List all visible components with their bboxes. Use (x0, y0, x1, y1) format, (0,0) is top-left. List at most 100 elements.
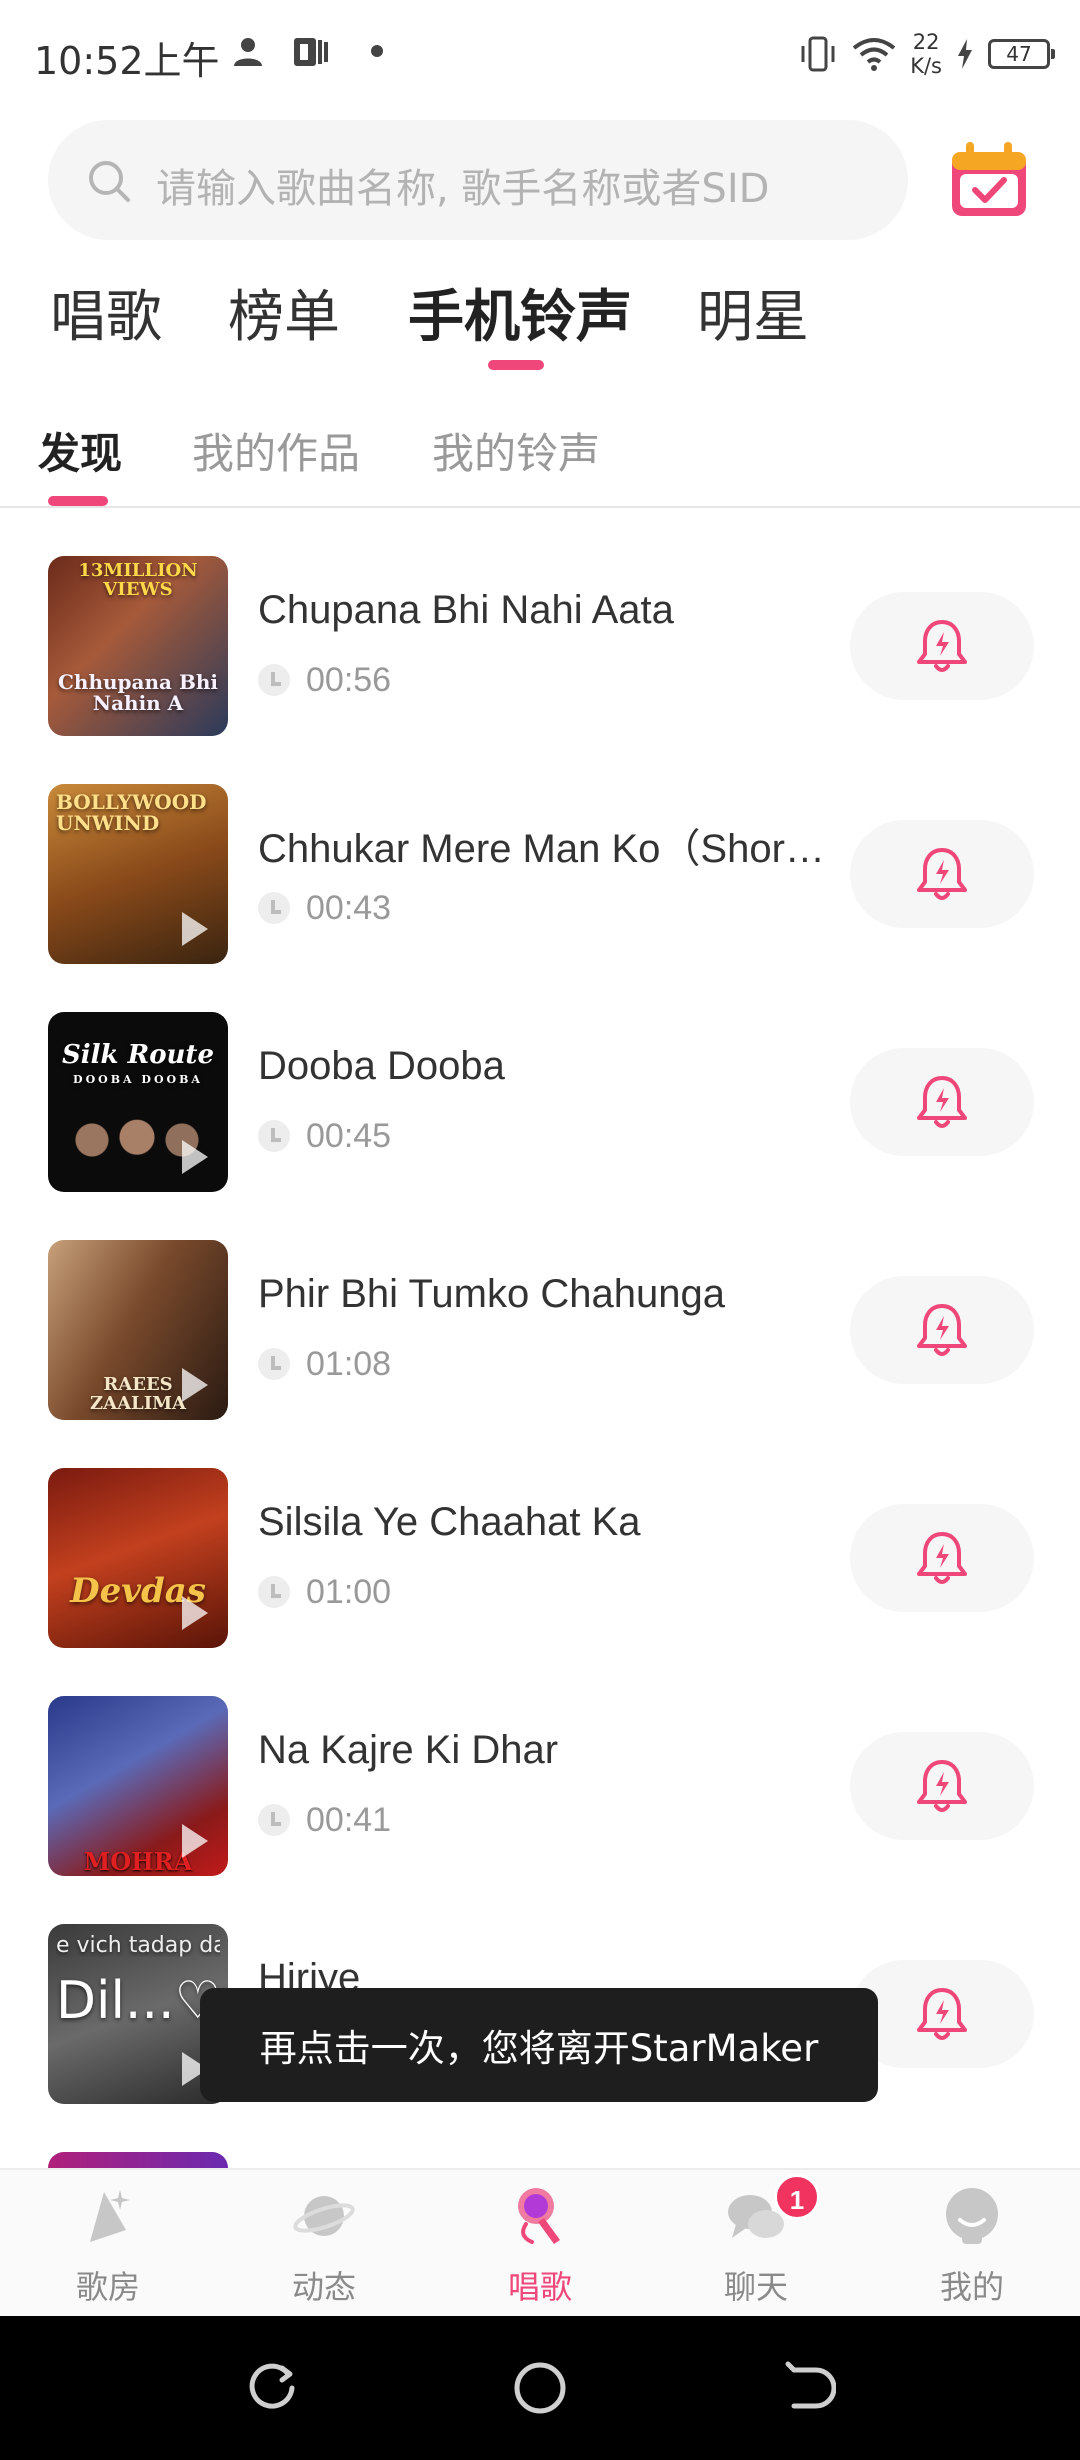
list-item[interactable]: Silk Route DOOBA DOOBA Dooba Dooba 00:45 (0, 964, 1080, 1192)
song-duration: 00:56 (306, 660, 392, 699)
search-input[interactable]: 请输入歌曲名称, 歌手名称或者SID (48, 120, 908, 240)
cover-caption-top: 13MILLION VIEWS (78, 560, 198, 600)
cover-caption-bottom: DOOBA DOOBA (73, 1073, 203, 1086)
bottom-nav: 歌房 动态 唱歌 1 聊天 我的 (0, 2168, 1080, 2316)
song-cover: BOLLYWOOD UNWIND (48, 784, 228, 964)
sub-tab-indicator (48, 496, 108, 506)
song-title: Phir Bhi Tumko Chahunga (258, 1272, 725, 1316)
list-item[interactable] (0, 2104, 1080, 2168)
song-duration: 00:45 (306, 1116, 392, 1155)
play-icon (182, 912, 208, 946)
clock-icon (258, 1576, 290, 1608)
microphone-icon (518, 2188, 560, 2244)
recent-apps-icon[interactable] (244, 2360, 300, 2416)
ringtone-bell-icon (917, 1076, 967, 1128)
set-ringtone-button[interactable] (850, 592, 1034, 700)
search-placeholder: 请输入歌曲名称, 歌手名称或者SID (156, 166, 770, 212)
ringtone-bell-icon (917, 1760, 967, 1812)
tab-ringtones[interactable]: 手机铃声 (408, 272, 632, 353)
play-icon (182, 1824, 208, 1858)
song-duration: 00:41 (306, 1800, 392, 1839)
nav-label: 动态 (291, 2268, 356, 2306)
party-room-icon (90, 2190, 130, 2242)
status-right: 22 K/s 47 (798, 24, 1055, 84)
back-icon[interactable] (780, 2360, 836, 2416)
profile-icon (946, 2188, 998, 2244)
song-title: Chhukar Mere Man Ko（Short Ver.） (258, 827, 828, 871)
tab-charts[interactable]: 榜单 (228, 272, 340, 353)
list-item[interactable]: 13MILLION VIEWS Chhupana Bhi Nahin A Chu… (0, 508, 1080, 736)
ringtone-bell-icon (917, 848, 967, 900)
cover-caption-top: Silk Route (61, 1040, 214, 1070)
set-ringtone-button[interactable] (850, 1504, 1034, 1612)
play-icon (182, 1140, 208, 1174)
tab-stars[interactable]: 明星 (697, 272, 809, 353)
song-title: Na Kajre Ki Dhar (258, 1728, 559, 1772)
duration-row: 00:41 (258, 1800, 391, 1840)
clock-icon (258, 1804, 290, 1836)
duration-row: 00:43 (258, 888, 391, 928)
list-item[interactable]: BOLLYWOOD UNWIND Chhukar Mere Man Ko（Sho… (0, 736, 1080, 964)
exit-toast: 再点击一次，您将离开StarMaker (200, 1988, 878, 2102)
ringtone-bell-icon (917, 620, 967, 672)
planet-icon (293, 2196, 355, 2236)
song-cover: 13MILLION VIEWS Chhupana Bhi Nahin A (48, 556, 228, 736)
duration-row: 00:56 (258, 660, 391, 700)
clock-icon (258, 1348, 290, 1380)
cover-caption-top: BOLLYWOOD UNWIND (56, 790, 207, 835)
song-cover (48, 2152, 228, 2168)
nav-item-feed[interactable]: 动态 (216, 2170, 432, 2318)
nav-label: 聊天 (723, 2268, 788, 2306)
net-speed-unit: K/s (910, 54, 942, 78)
song-cover: MOHRA (48, 1696, 228, 1876)
clock-icon (258, 664, 290, 696)
play-icon (182, 1596, 208, 1630)
duration-row: 01:08 (258, 1344, 391, 1384)
nav-item-me[interactable]: 我的 (864, 2170, 1080, 2318)
song-title: Silsila Ye Chaahat Ka (258, 1500, 641, 1544)
play-icon (182, 1368, 208, 1402)
net-speed: 22 K/s (910, 30, 942, 78)
subtab-discover[interactable]: 发现 (38, 420, 122, 481)
nav-item-chat[interactable]: 1 聊天 (648, 2170, 864, 2318)
set-ringtone-button[interactable] (850, 1276, 1034, 1384)
wifi-icon (852, 38, 896, 71)
list-item[interactable]: RAEES ZAALIMA Phir Bhi Tumko Chahunga 01… (0, 1192, 1080, 1420)
duration-row: 01:00 (258, 1572, 391, 1612)
app-notification-icon (294, 38, 328, 66)
home-icon[interactable] (512, 2360, 568, 2416)
nav-label: 我的 (939, 2268, 1004, 2306)
song-cover: Silk Route DOOBA DOOBA (48, 1012, 228, 1192)
ringtone-bell-icon (917, 1532, 967, 1584)
cover-caption-bottom: Chhupana Bhi Nahin A (58, 670, 218, 715)
status-bar: 10:52上午 22 K/s 47 (0, 0, 1080, 108)
duration-row: 00:45 (258, 1116, 391, 1156)
subtab-my-works[interactable]: 我的作品 (192, 420, 360, 481)
net-speed-value: 22 (912, 30, 940, 54)
cover-caption-top: e vich tadap da (56, 1934, 220, 1958)
nav-item-sing[interactable]: 唱歌 (432, 2170, 648, 2318)
vibrate-icon (801, 36, 835, 72)
calendar-checkin-icon[interactable] (948, 140, 1030, 220)
set-ringtone-button[interactable] (850, 1732, 1034, 1840)
list-item[interactable]: MOHRA Na Kajre Ki Dhar 00:41 (0, 1648, 1080, 1876)
song-title: Dooba Dooba (258, 1044, 505, 1088)
set-ringtone-button[interactable] (850, 820, 1034, 928)
nav-label: 歌房 (75, 2268, 140, 2306)
system-navigation-bar (0, 2316, 1080, 2460)
cover-caption-bottom: Dil...♡ (56, 1974, 220, 2029)
subtab-my-ringtones[interactable]: 我的铃声 (432, 420, 600, 481)
person-icon (234, 38, 262, 66)
tab-sing[interactable]: 唱歌 (50, 272, 162, 353)
dot-icon (371, 45, 383, 57)
clock-icon (258, 1120, 290, 1152)
nav-label: 唱歌 (507, 2268, 572, 2306)
list-item[interactable]: Devdas Silsila Ye Chaahat Ka 01:00 (0, 1420, 1080, 1648)
song-duration: 01:08 (306, 1344, 392, 1383)
set-ringtone-button[interactable] (850, 1048, 1034, 1156)
ringtone-bell-icon (917, 1988, 967, 2040)
nav-item-party-room[interactable]: 歌房 (0, 2170, 216, 2318)
song-duration: 01:00 (306, 1572, 392, 1611)
search-icon (89, 161, 130, 202)
song-title: Chupana Bhi Nahi Aata (258, 588, 674, 632)
